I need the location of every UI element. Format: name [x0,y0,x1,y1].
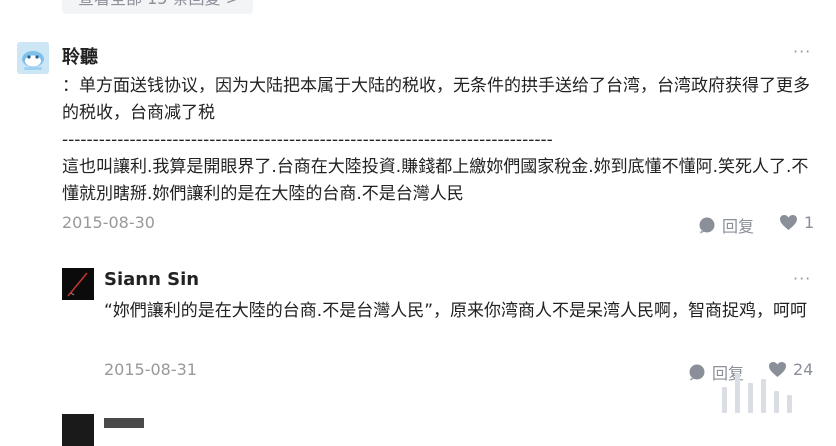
username[interactable]: Siann Sin [104,269,199,290]
like-count: 1 [804,213,815,232]
comment-bubble-icon [698,216,716,234]
avatar[interactable] [62,268,94,300]
reply-label: 回复 [722,217,755,236]
comment-text: ：单方面送钱协议，因为大陆把本属于大陆的税收，无条件的拱手送给了台湾，台湾政府获… [62,76,810,204]
reply-button[interactable]: 回复 [698,213,754,237]
avatar[interactable] [17,42,49,74]
heart-icon [779,214,798,231]
view-all-replies-button[interactable]: 查看全部 15 条回复 > [62,0,254,14]
username-cutoff [104,418,144,428]
username[interactable]: 聆聽 [62,43,98,69]
comment-date: 2015-08-31 [104,360,197,379]
avatar[interactable] [62,414,94,446]
like-count: 24 [793,360,814,379]
comment-date: 2015-08-30 [62,213,155,232]
comment-text: “妳們讓利的是在大陸的台商.不是台灣人民”，原来你湾商人不是呆湾人民啊，智商捉鸡… [104,301,808,321]
like-button[interactable]: 1 [779,213,814,232]
more-icon[interactable]: ··· [793,269,811,288]
comment-bubble-icon [688,363,706,381]
more-icon[interactable]: ··· [793,42,811,61]
audio-level-bars [722,373,792,413]
